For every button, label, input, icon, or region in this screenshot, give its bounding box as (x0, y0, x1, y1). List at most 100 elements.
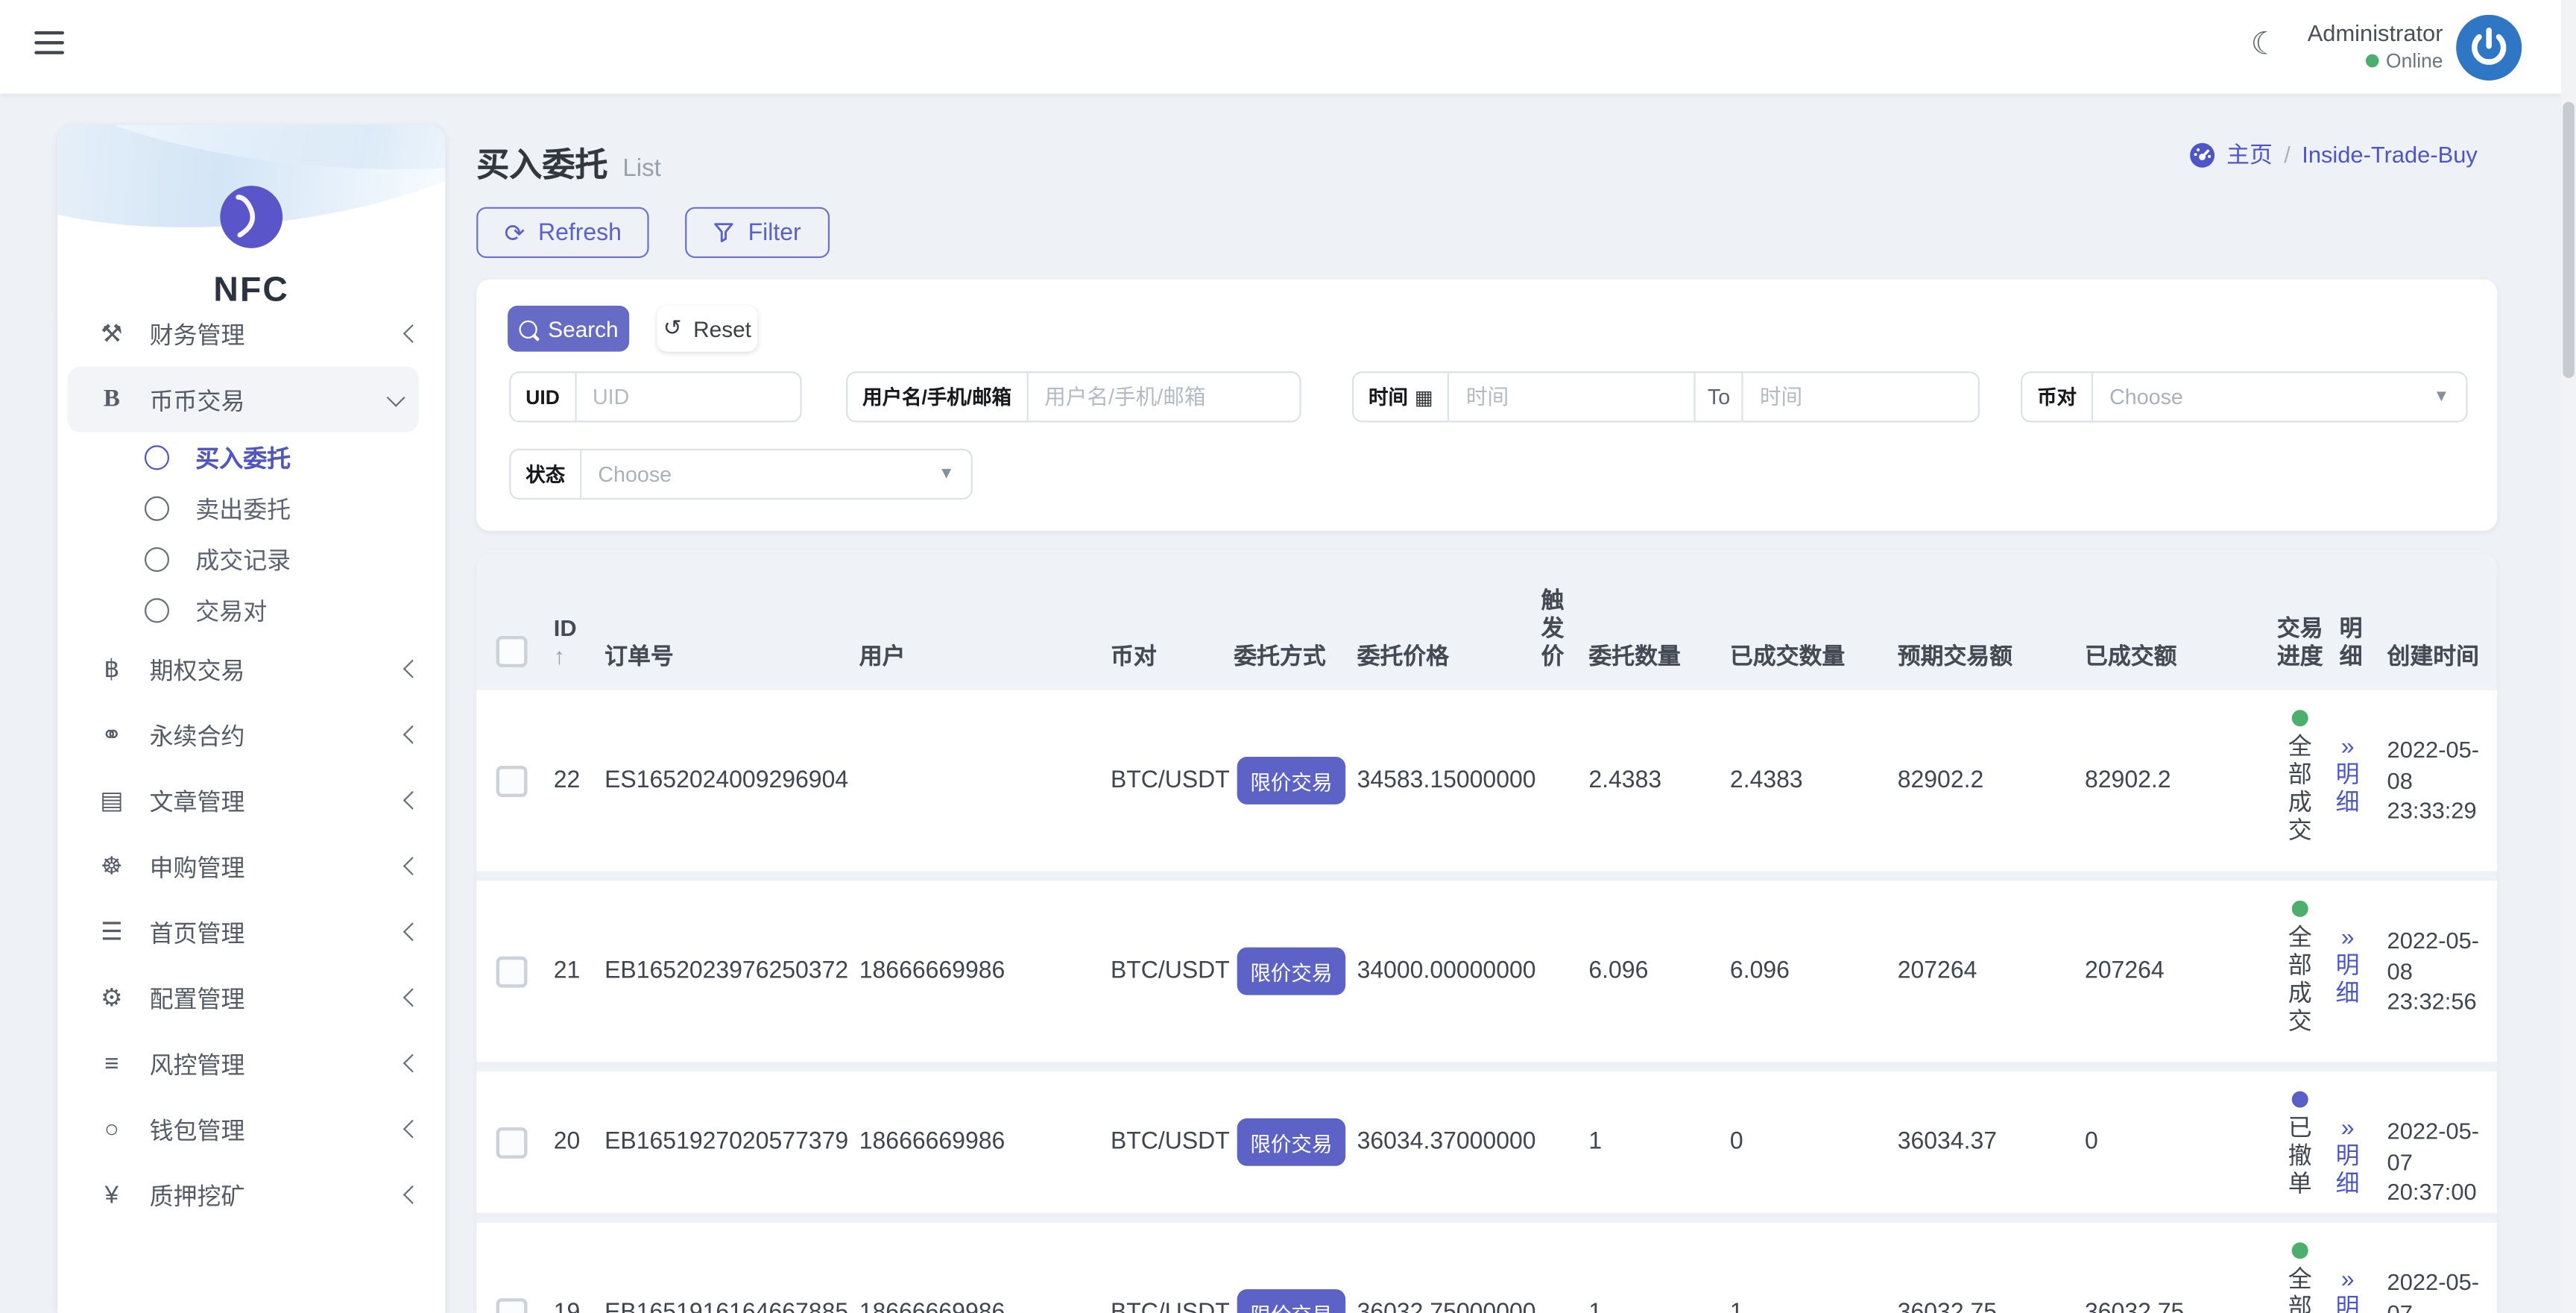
sidebar-subitem-label: 买入委托 (195, 441, 291, 475)
row-checkbox[interactable] (496, 766, 528, 797)
reset-button[interactable]: ↺ Reset (657, 306, 757, 352)
select-arrow-icon: ▼ (2433, 388, 2449, 406)
uid-label: UID (511, 373, 575, 421)
sidebar-item-label: 永续合约 (150, 717, 406, 752)
power-icon (2456, 15, 2522, 81)
column-header-filled_total: 已成交额 (2085, 643, 2176, 670)
cell-filled_total: 207264 (2085, 958, 2165, 984)
sidebar-item-label: 财务管理 (150, 317, 406, 350)
reset-icon: ↺ (663, 315, 682, 341)
time-from-input[interactable] (1450, 373, 1694, 421)
circle-icon (145, 598, 169, 623)
sidebar-subitem[interactable]: 交易对 (57, 585, 445, 636)
order-type-badge: 限价交易 (1237, 1289, 1346, 1313)
sort-arrow-icon[interactable]: ↑ (554, 643, 577, 670)
detail-link[interactable]: »明细 (2326, 925, 2369, 1009)
sidebar-item-7[interactable]: ⚙配置管理 (57, 965, 445, 1030)
column-header-detail: 明 细 (2329, 614, 2372, 670)
breadcrumb-home[interactable]: 主页 (2226, 138, 2273, 171)
dark-mode-moon-icon[interactable]: ☾ (2251, 26, 2279, 64)
cell-created-time: 2022-05-0823:32:56 (2387, 925, 2496, 1016)
detail-link[interactable]: »明细 (2326, 734, 2369, 818)
table-row-21: 21EB165202397625037218666669986BTC/USDT限… (476, 881, 2497, 1061)
table-row-20: 20EB165192702057737918666669986BTC/USDT限… (476, 1071, 2497, 1213)
sidebar-item-9[interactable]: ○钱包管理 (57, 1096, 445, 1162)
cell-order_no: ES1652024009296904 (604, 767, 848, 793)
wrench-icon: ⚒ (94, 319, 130, 349)
cell-order_no: EB1651927020577379 (604, 1129, 848, 1155)
cell-price: 36032.75000000 (1357, 1300, 1536, 1313)
status-label: 状态 (511, 450, 581, 498)
breadcrumb-current[interactable]: Inside-Trade-Buy (2302, 142, 2478, 168)
user-input[interactable] (1028, 373, 1299, 421)
cell-created-time: 2022-05-0823:33:29 (2387, 734, 2496, 825)
hamburger-menu-icon[interactable] (34, 31, 64, 54)
sidebar-item-label: 币币交易 (150, 382, 390, 416)
sidebar-subitem[interactable]: 成交记录 (57, 534, 445, 585)
chevron-left-icon (403, 1186, 422, 1204)
sidebar-item-6[interactable]: ☰首页管理 (57, 899, 445, 965)
uid-field-group: UID (509, 371, 801, 422)
circle-icon (145, 497, 169, 521)
brand-block[interactable]: NFC (57, 184, 445, 311)
sidebar-item-8[interactable]: ≡风控管理 (57, 1030, 445, 1096)
pair-select[interactable]: Choose▼ (2093, 373, 2466, 421)
row-checkbox[interactable] (496, 1298, 528, 1313)
toolbar: ⟳ Refresh Filter (476, 207, 829, 258)
column-header-user: 用户 (859, 643, 906, 670)
avatar[interactable] (2456, 15, 2522, 81)
sidebar-item-5[interactable]: ☸申购管理 (57, 833, 445, 898)
chevron-left-icon (403, 857, 422, 875)
sidebar-item-1[interactable]: B币币交易 (67, 367, 419, 432)
sidebar-subitem-label: 卖出委托 (195, 491, 291, 526)
scrollbar-thumb[interactable] (2563, 102, 2574, 378)
time-label: 时间 (1368, 383, 1408, 411)
cell-created-time: 2022-05-07 (2387, 1267, 2496, 1313)
cell-price: 36034.37000000 (1357, 1129, 1536, 1155)
select-all-checkbox[interactable] (496, 636, 528, 667)
pair-label: 币对 (2022, 373, 2093, 421)
filter-panel: Search ↺ Reset UID 用户名/手机/邮箱 时间▦ To 币对 C… (476, 280, 2497, 531)
cell-filled_amount: 2.4383 (1730, 767, 1803, 793)
cell-expected: 82902.2 (1898, 767, 1984, 793)
user-block[interactable]: Administrator Online (2308, 18, 2443, 74)
page-scrollbar[interactable] (2561, 0, 2576, 1313)
page-subtitle: List (622, 154, 660, 182)
detail-link[interactable]: »明细 (2326, 1267, 2369, 1313)
sidebar-item-4[interactable]: ▤文章管理 (57, 767, 445, 833)
cell-order_no: EB1651916164667885 (604, 1300, 848, 1313)
order-type-badge: 限价交易 (1237, 757, 1346, 805)
sidebar-item-10[interactable]: ¥质押挖矿 (57, 1162, 445, 1227)
chevron-down-icon (387, 388, 405, 406)
cell-id: 21 (554, 958, 581, 984)
sidebar-item-2[interactable]: ฿期权交易 (57, 636, 445, 702)
time-to-input[interactable] (1743, 373, 1978, 421)
status-select[interactable]: Choose▼ (581, 450, 970, 498)
search-button[interactable]: Search (508, 306, 629, 352)
row-checkbox[interactable] (496, 1127, 528, 1159)
search-icon (519, 320, 537, 338)
uid-input[interactable] (576, 373, 800, 421)
column-header-progress: 交易 进度 (2276, 614, 2325, 670)
indent-icon: ≡ (94, 1049, 130, 1077)
column-header-filled_amount: 已成交数量 (1730, 643, 1845, 670)
row-checkbox[interactable] (496, 957, 528, 988)
cell-pair: BTC/USDT (1111, 767, 1230, 793)
sidebar-subitem[interactable]: 卖出委托 (57, 483, 445, 534)
dashboard-icon (2191, 142, 2215, 167)
chevron-left-icon (403, 660, 422, 678)
sidebar-subitem[interactable]: 买入委托 (57, 432, 445, 483)
filter-button[interactable]: Filter (686, 207, 829, 258)
cell-amount: 6.096 (1588, 958, 1648, 984)
list-icon: ☰ (94, 917, 130, 947)
sidebar-item-0[interactable]: ⚒ 财务管理 (57, 317, 445, 366)
sidebar-item-label: 钱包管理 (150, 1112, 406, 1146)
sidebar-item-3[interactable]: ⚭永续合约 (57, 702, 445, 767)
circle-icon (145, 547, 169, 572)
table-row-22: 22ES1652024009296904BTC/USDT限价交易34583.15… (476, 690, 2497, 871)
cell-id: 19 (554, 1300, 581, 1313)
refresh-button[interactable]: ⟳ Refresh (476, 207, 649, 258)
top-bar: ☾ Administrator Online (0, 0, 2561, 94)
column-header-id[interactable]: ID↑ (554, 614, 577, 670)
detail-link[interactable]: »明细 (2326, 1116, 2369, 1200)
